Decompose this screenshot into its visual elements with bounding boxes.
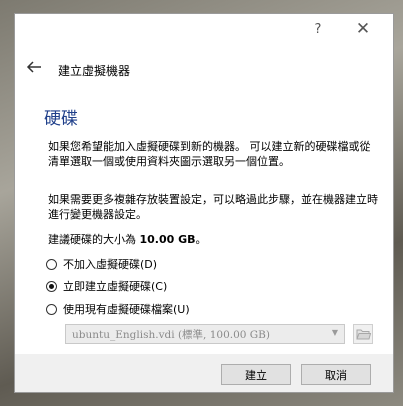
recommended-size-prefix: 建議硬碟的大小為 <box>48 233 140 246</box>
close-button[interactable]: ✕ <box>346 18 380 40</box>
dialog-footer: 建立 取消 <box>15 354 393 392</box>
recommended-size-text: 建議硬碟的大小為 10.00 GB。 <box>48 232 378 247</box>
description-paragraph-1: 如果您希望能加入虛擬硬碟到新的機器。 可以建立新的硬碟檔或從清單選取一個或使用資… <box>48 140 371 168</box>
existing-disk-select[interactable]: ubuntu_English.vdi (標準, 100.00 GB) ▼ <box>65 324 345 344</box>
radio-button[interactable] <box>46 303 57 315</box>
folder-browse-icon[interactable] <box>353 324 373 344</box>
back-arrow-icon[interactable] <box>25 58 43 76</box>
description-paragraph-2: 如果需要更多複雜存放裝置設定，可以略過此步驟，並在機器建立時進行變更機器設定。 <box>48 193 378 221</box>
radio-label: 立即建立虛擬硬碟(C) <box>63 280 168 293</box>
radio-no-disk[interactable]: 不加入虛擬硬碟(D) <box>46 255 157 273</box>
recommended-size-suffix: 。 <box>195 233 207 246</box>
cancel-button[interactable]: 取消 <box>301 364 371 385</box>
recommended-size-value: 10.00 GB <box>139 233 196 246</box>
radio-button-selected[interactable] <box>46 280 57 292</box>
page-title: 硬碟 <box>44 109 78 129</box>
radio-label: 不加入虛擬硬碟(D) <box>63 258 158 271</box>
radio-create-disk[interactable]: 立即建立虛擬硬碟(C) <box>46 277 167 295</box>
existing-disk-value: ubuntu_English.vdi (標準, 100.00 GB) <box>72 328 270 341</box>
title-bar: ? ✕ <box>15 14 393 44</box>
wizard-title: 建立虛擬機器 <box>58 64 131 78</box>
radio-button[interactable] <box>46 258 57 270</box>
chevron-down-icon[interactable]: ▼ <box>332 328 338 337</box>
create-vm-dialog: ? ✕ 建立虛擬機器 硬碟 如果您希望能加入虛擬硬碟到新的機器。 可以建立新的硬… <box>14 13 394 393</box>
help-button[interactable]: ? <box>301 18 335 40</box>
wizard-header: 建立虛擬機器 <box>15 54 393 82</box>
create-button[interactable]: 建立 <box>221 364 291 385</box>
radio-use-existing[interactable]: 使用現有虛擬硬碟檔案(U) <box>46 300 190 318</box>
radio-label: 使用現有虛擬硬碟檔案(U) <box>63 303 190 316</box>
